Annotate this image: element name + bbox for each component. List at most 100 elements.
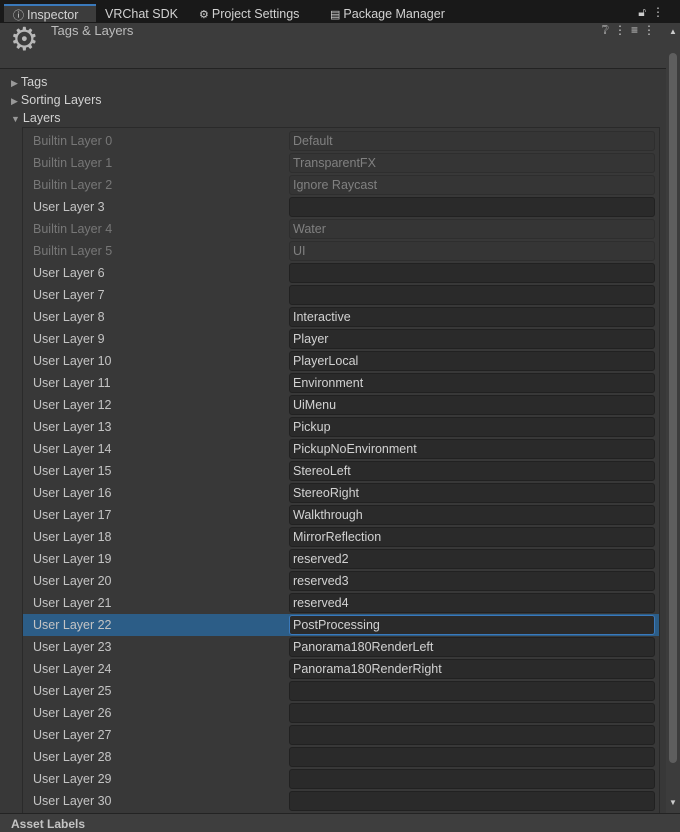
layer-row[interactable]: User Layer 30 [23, 790, 659, 812]
layer-row[interactable]: User Layer 6 [23, 262, 659, 284]
scrollbar-thumb[interactable] [669, 53, 677, 763]
layer-name-field: Ignore Raycast [289, 175, 655, 195]
layer-row[interactable]: User Layer 24 Panorama180RenderRight [23, 658, 659, 680]
layer-row[interactable]: User Layer 18 MirrorReflection [23, 526, 659, 548]
layer-name-field[interactable]: Panorama180RenderLeft [289, 637, 655, 657]
layer-label: User Layer 10 [33, 354, 112, 368]
tab-package-manager[interactable]: ▤ Package Manager [326, 5, 445, 23]
layer-name-field[interactable]: reserved4 [289, 593, 655, 613]
tab-vrchat-sdk[interactable]: VRChat SDK [101, 5, 178, 23]
layer-name-field[interactable] [289, 197, 655, 217]
layer-row[interactable]: User Layer 12 UiMenu [23, 394, 659, 416]
layer-name-field[interactable] [289, 285, 655, 305]
layer-name-field: Water [289, 219, 655, 239]
layer-label: User Layer 11 [33, 376, 111, 390]
layer-row[interactable]: User Layer 8 Interactive [23, 306, 659, 328]
tab-project-settings[interactable]: ⚙ Project Settings [195, 5, 299, 23]
layer-label: Builtin Layer 4 [33, 222, 113, 236]
lock-icon[interactable]: 🔓︎ [638, 5, 652, 19]
layer-row[interactable]: Builtin Layer 1 TransparentFX [23, 152, 659, 174]
layer-name-field[interactable]: Interactive [289, 307, 655, 327]
layer-name-field: TransparentFX [289, 153, 655, 173]
layer-name-field[interactable]: Environment [289, 373, 655, 393]
layer-row[interactable]: User Layer 3 [23, 196, 659, 218]
layer-row[interactable]: User Layer 20 reserved3 [23, 570, 659, 592]
scroll-down-icon[interactable]: ▼ [669, 798, 677, 807]
expand-arrow-icon: ▶ [11, 96, 18, 106]
presets-icon[interactable]: ⋮≡ [614, 23, 643, 37]
layer-name-field: Default [289, 131, 655, 151]
layer-row[interactable]: User Layer 27 [23, 724, 659, 746]
layer-name-field[interactable] [289, 263, 655, 283]
layer-name-field[interactable] [289, 769, 655, 789]
layer-row[interactable]: User Layer 28 [23, 746, 659, 768]
layer-label: Builtin Layer 0 [33, 134, 113, 148]
layer-label: User Layer 19 [33, 552, 112, 566]
layer-name-field[interactable]: Walkthrough [289, 505, 655, 525]
layer-label: Builtin Layer 5 [33, 244, 113, 258]
expand-arrow-icon: ▶ [11, 78, 18, 88]
layer-row[interactable]: User Layer 9 Player [23, 328, 659, 350]
foldout-sorting-layers[interactable]: ▶ Sorting Layers [11, 93, 102, 107]
layer-row[interactable]: Builtin Layer 5 UI [23, 240, 659, 262]
layer-label: User Layer 23 [33, 640, 112, 654]
layer-row[interactable]: User Layer 22 PostProcessing [23, 614, 659, 636]
layer-label: User Layer 16 [33, 486, 112, 500]
inspector-header: ⚙ Tags & Layers ❔︎⋮≡⋮ [0, 23, 666, 69]
layer-row[interactable]: User Layer 25 [23, 680, 659, 702]
tab-inspector[interactable]: ⓘ Inspector [4, 4, 96, 22]
layer-name-field[interactable]: StereoLeft [289, 461, 655, 481]
layer-name-field[interactable]: MirrorReflection [289, 527, 655, 547]
more-icon[interactable]: ⋮ [652, 5, 670, 19]
layer-name-field[interactable] [289, 791, 655, 811]
layer-name-field[interactable]: Player [289, 329, 655, 349]
foldout-layers[interactable]: ▼ Layers [11, 111, 60, 125]
foldout-tags[interactable]: ▶ Tags [11, 75, 47, 89]
layer-label: User Layer 13 [33, 420, 112, 434]
layer-name-field[interactable] [289, 725, 655, 745]
scroll-up-icon[interactable]: ▲ [669, 27, 677, 36]
layer-name-field[interactable]: reserved2 [289, 549, 655, 569]
layer-name-field[interactable]: UiMenu [289, 395, 655, 415]
layer-label: User Layer 25 [33, 684, 112, 698]
scrollbar[interactable]: ▲ ▼ [666, 23, 680, 813]
layer-label: User Layer 28 [33, 750, 112, 764]
asset-labels-bar[interactable]: Asset Labels [0, 813, 680, 832]
layer-row[interactable]: User Layer 10 PlayerLocal [23, 350, 659, 372]
help-icon[interactable]: ❔︎ [602, 23, 614, 37]
collapse-arrow-icon: ▼ [11, 114, 20, 124]
layer-row[interactable]: User Layer 14 PickupNoEnvironment [23, 438, 659, 460]
layer-label: User Layer 8 [33, 310, 105, 324]
layer-row[interactable]: User Layer 29 [23, 768, 659, 790]
layer-row[interactable]: User Layer 16 StereoRight [23, 482, 659, 504]
layer-row[interactable]: User Layer 19 reserved2 [23, 548, 659, 570]
layer-label: User Layer 6 [33, 266, 105, 280]
layers-list: Builtin Layer 0 Default Builtin Layer 1 Tra… [22, 127, 660, 813]
layer-name-field[interactable]: PlayerLocal [289, 351, 655, 371]
layer-name-field: UI [289, 241, 655, 261]
layer-row[interactable]: User Layer 26 [23, 702, 659, 724]
layer-row[interactable]: Builtin Layer 0 Default [23, 130, 659, 152]
layer-row[interactable]: User Layer 13 Pickup [23, 416, 659, 438]
layer-row[interactable]: User Layer 21 reserved4 [23, 592, 659, 614]
layer-row[interactable]: User Layer 23 Panorama180RenderLeft [23, 636, 659, 658]
layer-name-field[interactable]: PostProcessing [289, 615, 655, 635]
layer-name-field[interactable] [289, 703, 655, 723]
layer-name-field[interactable]: Pickup [289, 417, 655, 437]
layer-row[interactable]: User Layer 15 StereoLeft [23, 460, 659, 482]
more-icon[interactable]: ⋮ [643, 23, 660, 37]
layer-row[interactable]: User Layer 7 [23, 284, 659, 306]
layer-name-field[interactable]: PickupNoEnvironment [289, 439, 655, 459]
layer-name-field[interactable] [289, 681, 655, 701]
layer-name-field[interactable]: reserved3 [289, 571, 655, 591]
layer-label: User Layer 15 [33, 464, 112, 478]
layer-row[interactable]: Builtin Layer 4 Water [23, 218, 659, 240]
layer-row[interactable]: Builtin Layer 2 Ignore Raycast [23, 174, 659, 196]
layer-name-field[interactable]: Panorama180RenderRight [289, 659, 655, 679]
layer-row[interactable]: User Layer 17 Walkthrough [23, 504, 659, 526]
layer-label: User Layer 27 [33, 728, 112, 742]
layer-label: User Layer 21 [33, 596, 112, 610]
layer-row[interactable]: User Layer 11 Environment [23, 372, 659, 394]
layer-name-field[interactable]: StereoRight [289, 483, 655, 503]
layer-name-field[interactable] [289, 747, 655, 767]
